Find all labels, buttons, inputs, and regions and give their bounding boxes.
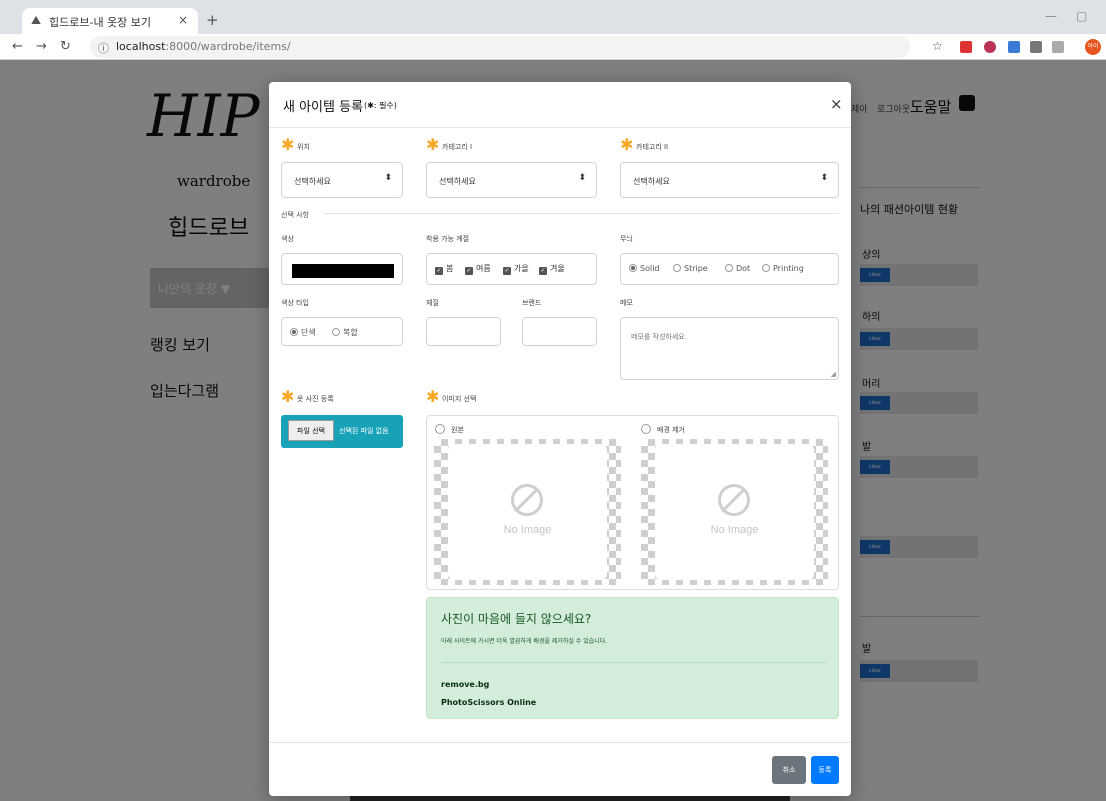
modal-title: 새 아이템 등록 (283, 100, 364, 115)
color-swatch (292, 264, 394, 278)
tab-title: 힙드로브-내 옷장 보기 (49, 16, 152, 29)
color-picker[interactable] (281, 253, 403, 285)
color-type-solid-radio[interactable]: 단색 (290, 327, 316, 338)
browser-toolbar: ← → ↻ ⓘ localhost:8000/wardrobe/items/ ☆… (0, 34, 1106, 60)
file-upload-control[interactable]: 파일 선택 선택된 파일 없음 (281, 415, 403, 448)
pattern-solid-radio[interactable]: Solid (629, 264, 660, 273)
bg-removed-image-preview[interactable]: No Image (641, 439, 828, 585)
season-winter-checkbox[interactable]: ✓ 겨울 (539, 263, 565, 275)
required-note: (✱: 필수) (364, 101, 397, 110)
info-icon[interactable]: ⓘ (98, 40, 109, 56)
pattern-dot-radio[interactable]: Dot (725, 264, 750, 273)
season-checkboxes: ✓ 봄 ✓ 여름 ✓ 가을 ✓ 겨울 (426, 253, 597, 285)
submit-button[interactable]: 등록 (811, 756, 839, 784)
tab-favicon-icon: ⛰ (31, 13, 42, 27)
category1-select[interactable]: 선택하세요 ⬍ (426, 162, 597, 198)
pattern-printing-radio[interactable]: Printing (762, 264, 804, 273)
no-image-icon (511, 484, 543, 516)
select-arrow-icon: ⬍ (578, 173, 586, 183)
tab-close-icon[interactable]: × (178, 13, 188, 27)
link-photoscissors[interactable]: PhotoScissors Online (441, 698, 536, 707)
browser-chrome: ⛰ 힙드로브-내 옷장 보기 × + — ▢ ← → ↻ ⓘ localhost… (0, 0, 1106, 60)
memo-placeholder: 메모를 작성하세요. (631, 333, 687, 341)
required-star-icon: ✱ (281, 387, 295, 406)
resize-handle-icon[interactable]: ◢ (831, 370, 836, 378)
required-star-icon: ✱ (426, 387, 440, 406)
reload-icon[interactable]: ↻ (60, 39, 71, 54)
close-icon[interactable]: × (830, 95, 843, 113)
pattern-radios: Solid Stripe Dot Printing (620, 253, 839, 285)
image-original-radio[interactable]: 원본 (435, 424, 464, 435)
modal-footer: 취소 등록 (269, 742, 851, 796)
minimize-button[interactable]: — (1045, 9, 1057, 23)
material-input[interactable] (426, 317, 501, 346)
new-tab-button[interactable]: + (206, 11, 219, 29)
select-arrow-icon: ⬍ (820, 173, 828, 183)
pattern-stripe-radio[interactable]: Stripe (673, 264, 708, 273)
original-image-preview[interactable]: No Image (434, 439, 621, 585)
optional-section-label: 선택 사항 (281, 211, 309, 219)
season-autumn-checkbox[interactable]: ✓ 가을 (503, 263, 529, 275)
pdf-extension-icon[interactable] (960, 41, 972, 53)
bookmark-star-icon[interactable]: ☆ (932, 39, 943, 53)
restore-button[interactable]: ▢ (1076, 9, 1087, 23)
no-image-placeholder: No Image (448, 444, 607, 580)
cancel-button[interactable]: 취소 (772, 756, 806, 784)
image-bg-removed-radio[interactable]: 배경 제거 (641, 424, 685, 435)
section-divider (324, 213, 839, 214)
required-star-icon: ✱ (620, 135, 634, 154)
bg-removal-tip: 사진이 마음에 들지 않으세요? 아래 사이트에 가시면 더욱 깔끔하게 배경을… (426, 597, 839, 719)
image-choice-area: 원본 배경 제거 No Image No Image (426, 415, 839, 590)
extension-icon[interactable] (1008, 41, 1020, 53)
required-star-icon: ✱ (281, 135, 295, 154)
link-remove-bg[interactable]: remove.bg (441, 680, 489, 689)
season-spring-checkbox[interactable]: ✓ 봄 (435, 263, 453, 275)
address-bar[interactable]: ⓘ localhost:8000/wardrobe/items/ (90, 36, 910, 58)
tab-strip: ⛰ 힙드로브-내 옷장 보기 × + — ▢ (0, 0, 1106, 34)
color-type-radios: 단색 복합 (281, 317, 403, 346)
forward-icon[interactable]: → (36, 39, 47, 54)
tip-body: 아래 사이트에 가시면 더욱 깔끔하게 배경을 제거하실 수 있습니다. (441, 638, 608, 645)
url-text: localhost:8000/wardrobe/items/ (116, 40, 291, 53)
season-summer-checkbox[interactable]: ✓ 여름 (465, 263, 491, 275)
file-status: 선택된 파일 없음 (339, 427, 389, 435)
no-image-icon (718, 484, 750, 516)
tip-heading: 사진이 마음에 들지 않으세요? (441, 612, 592, 626)
required-star-icon: ✱ (426, 135, 440, 154)
file-choose-button[interactable]: 파일 선택 (288, 420, 334, 441)
tip-divider (441, 662, 826, 663)
browser-tab[interactable]: ⛰ 힙드로브-내 옷장 보기 × (22, 8, 198, 34)
profile-avatar[interactable]: 아이 (1085, 39, 1101, 55)
category2-select[interactable]: 선택하세요 ⬍ (620, 162, 839, 198)
new-item-modal: 새 아이템 등록 (✱: 필수) × ✱ 위치 ✱ 카테고리 I ✱ 카테고리 II … (269, 82, 851, 796)
back-icon[interactable]: ← (12, 39, 23, 54)
memo-textarea[interactable]: 메모를 작성하세요. ◢ (620, 317, 839, 380)
extension-icon[interactable] (984, 41, 996, 53)
select-arrow-icon: ⬍ (384, 173, 392, 183)
modal-header: 새 아이템 등록 (✱: 필수) × (269, 82, 851, 128)
extension-icon[interactable] (1052, 41, 1064, 53)
brand-input[interactable] (522, 317, 597, 346)
color-type-mixed-radio[interactable]: 복합 (332, 327, 358, 338)
no-image-placeholder: No Image (655, 444, 814, 580)
position-select[interactable]: 선택하세요 ⬍ (281, 162, 403, 198)
camera-extension-icon[interactable] (1030, 41, 1042, 53)
